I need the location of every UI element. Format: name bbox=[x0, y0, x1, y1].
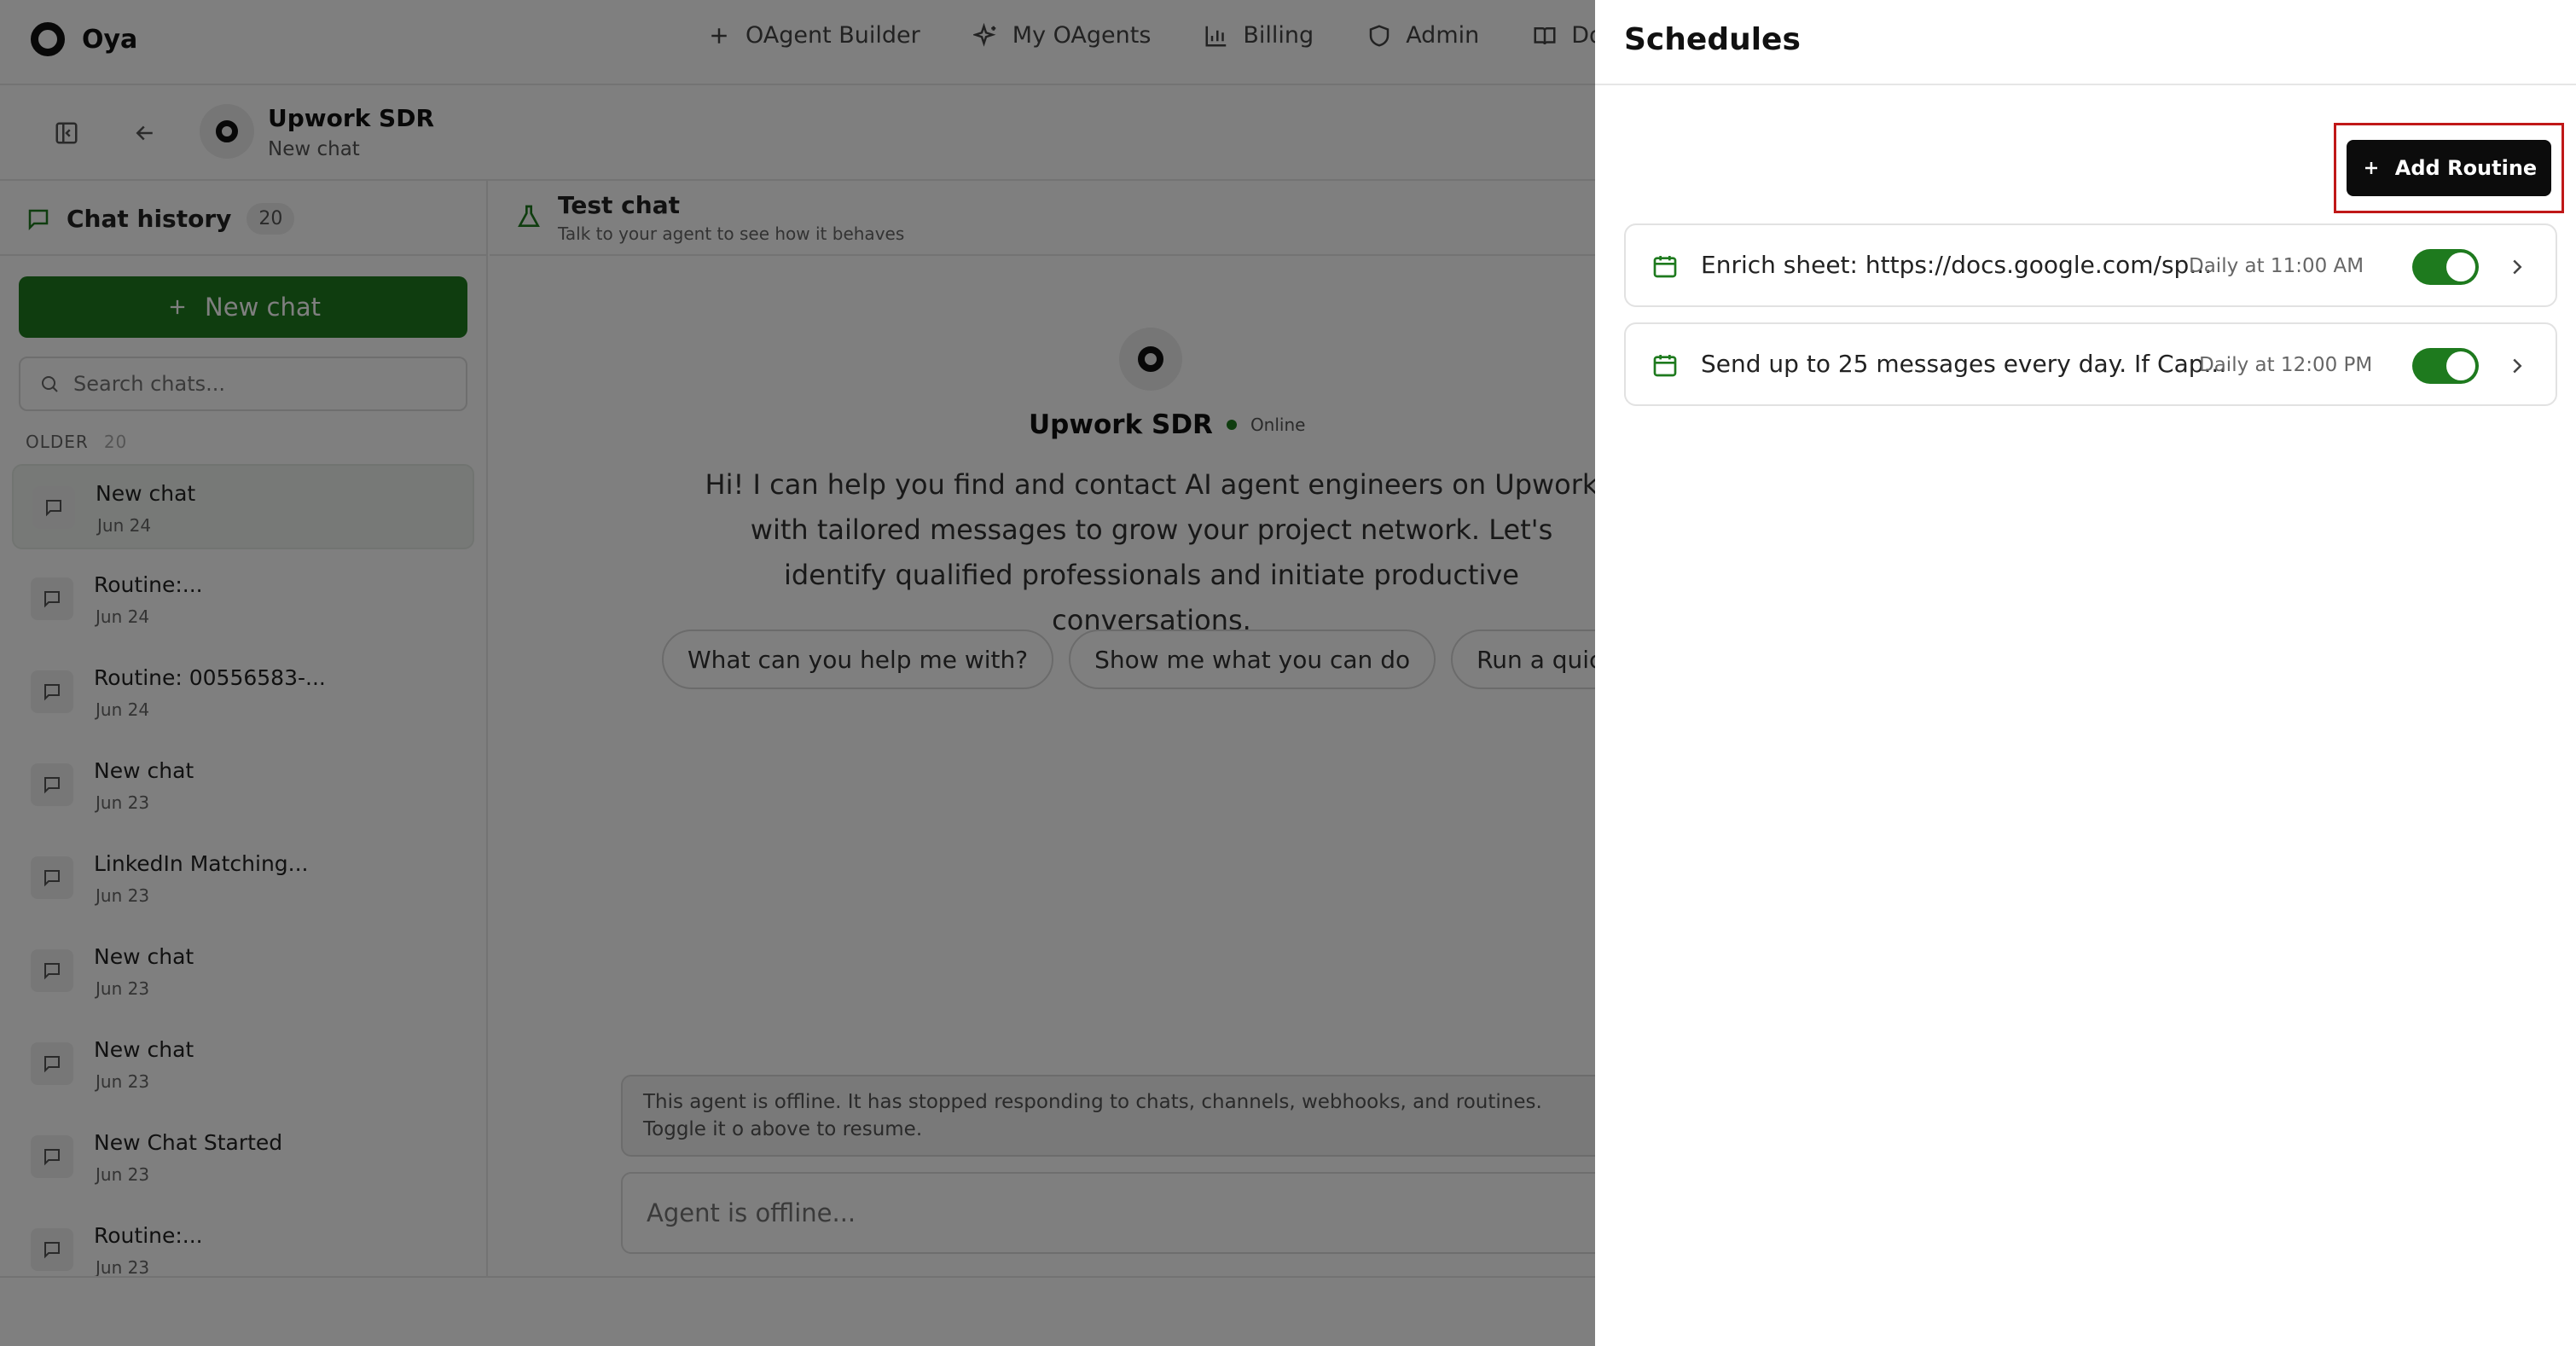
chevron-right-icon[interactable] bbox=[2504, 353, 2530, 379]
schedules-panel: Schedules Add Routine Enrich sheet: http… bbox=[1595, 0, 2576, 1346]
modal-overlay[interactable] bbox=[0, 0, 1595, 1346]
schedules-header: Schedules bbox=[1595, 0, 2576, 85]
routine-toggle[interactable] bbox=[2412, 348, 2479, 384]
routine-card[interactable]: Enrich sheet: https://docs.google.com/sp… bbox=[1624, 223, 2557, 307]
calendar-icon bbox=[1653, 256, 1677, 278]
plus-icon bbox=[2364, 162, 2377, 174]
routine-toggle[interactable] bbox=[2412, 249, 2479, 285]
add-routine-button[interactable]: Add Routine bbox=[2347, 140, 2551, 196]
routine-title: Send up to 25 messages every day. If Cap… bbox=[1701, 350, 2227, 378]
routine-schedule: Daily at 11:00 AM bbox=[2189, 255, 2364, 277]
chevron-right-icon[interactable] bbox=[2504, 254, 2530, 280]
add-routine-highlight: Add Routine bbox=[2334, 123, 2564, 213]
add-routine-label: Add Routine bbox=[2394, 156, 2538, 180]
routine-title: Enrich sheet: https://docs.google.com/sp… bbox=[1701, 251, 2213, 279]
schedules-title: Schedules bbox=[1624, 22, 1801, 57]
calendar-icon bbox=[1653, 355, 1677, 377]
routine-card[interactable]: Send up to 25 messages every day. If Cap… bbox=[1624, 322, 2557, 406]
routine-schedule: Daily at 12:00 PM bbox=[2199, 354, 2373, 376]
